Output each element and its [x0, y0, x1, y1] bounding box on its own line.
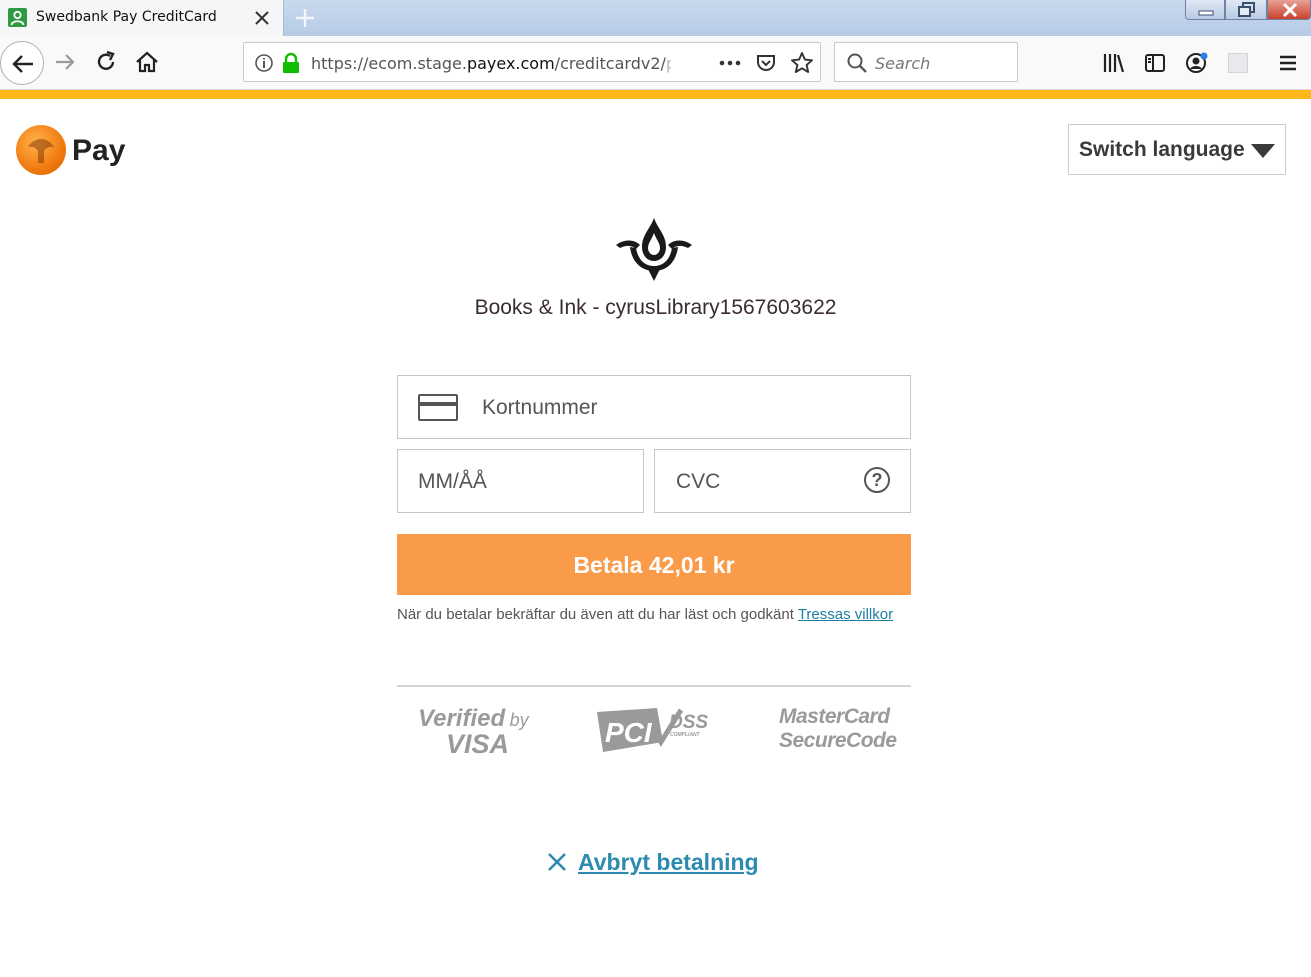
back-button[interactable]	[0, 41, 44, 85]
sidebar-icon[interactable]	[1143, 51, 1167, 75]
mc-badge-line2: SecureCode	[779, 729, 897, 752]
cvc-placeholder: CVC	[676, 470, 721, 493]
help-question-icon[interactable]: ?	[864, 467, 890, 493]
pci-badge-text: PCI	[605, 717, 653, 748]
chevron-down-icon	[1251, 144, 1275, 158]
visa-badge-bottom: VISA	[446, 729, 510, 759]
merchant-logo-icon	[616, 218, 692, 281]
visa-badge-by: by	[509, 710, 529, 730]
forward-arrow-icon[interactable]	[52, 49, 78, 75]
extension-icon[interactable]	[1228, 53, 1248, 73]
url-path: /creditcardv2/	[554, 54, 666, 73]
cancel-payment-link[interactable]: Avbryt betalning	[546, 846, 759, 878]
terms-link[interactable]: Tressas villkor	[798, 606, 893, 623]
pci-badge-dss: DSS	[669, 712, 708, 733]
account-icon[interactable]	[1184, 50, 1210, 76]
library-icon[interactable]	[1102, 52, 1126, 74]
search-bar[interactable]: Search	[834, 42, 1018, 82]
url-text: https://ecom.stage.payex.com/creditcardv…	[311, 54, 671, 73]
window-close-button[interactable]	[1267, 0, 1311, 20]
card-number-placeholder: Kortnummer	[482, 396, 598, 419]
window-restore-button[interactable]	[1225, 0, 1267, 20]
hamburger-menu-icon[interactable]	[1276, 51, 1300, 75]
cvc-input[interactable]: CVC ?	[654, 449, 911, 513]
pay-button[interactable]: Betala 42,01 kr	[397, 534, 911, 595]
card-number-input[interactable]: Kortnummer	[397, 375, 911, 439]
credit-card-icon	[418, 394, 458, 421]
swedbank-logo-icon	[16, 125, 66, 175]
browser-titlebar: Swedbank Pay CreditCard	[0, 0, 1311, 36]
reload-icon[interactable]	[93, 49, 119, 75]
expiry-placeholder: MM/ÅÅ	[418, 470, 487, 493]
tab-title: Swedbank Pay CreditCard	[36, 9, 217, 25]
search-icon	[847, 53, 867, 73]
address-bar[interactable]: https://ecom.stage.payex.com/creditcardv…	[243, 42, 821, 82]
tab-close-icon[interactable]	[252, 8, 272, 28]
mastercard-securecode-badge: MasterCard SecureCode	[779, 705, 897, 753]
merchant-name: Books & Ink - cyrusLibrary1567603622	[474, 296, 837, 319]
expiry-date-input[interactable]: MM/ÅÅ	[397, 449, 644, 513]
browser-tab-active[interactable]: Swedbank Pay CreditCard	[0, 0, 284, 36]
accent-strip	[0, 90, 1311, 99]
divider	[397, 685, 911, 687]
new-tab-icon[interactable]	[293, 6, 317, 30]
pci-badge-compliant: COMPLIANT	[670, 732, 701, 738]
cancel-payment-label: Avbryt betalning	[578, 848, 759, 875]
terms-text: När du betalar bekräftar du även att du …	[397, 606, 798, 623]
switch-language-label: Switch language	[1079, 138, 1245, 161]
back-arrow-icon	[12, 55, 33, 73]
home-icon[interactable]	[134, 49, 160, 75]
brand-name: Pay	[72, 134, 126, 167]
lock-icon[interactable]	[281, 52, 301, 74]
url-domain: payex.com	[466, 54, 555, 73]
search-placeholder: Search	[875, 54, 931, 73]
mc-badge-line1: MasterCard	[779, 705, 890, 728]
switch-language-button[interactable]: Switch language	[1068, 124, 1286, 175]
pci-dss-badge: PCI DSS COMPLIANT	[597, 708, 708, 752]
terms-notice: När du betalar bekräftar du även att du …	[397, 605, 911, 624]
close-icon	[548, 853, 566, 871]
url-overflow: pa	[665, 54, 671, 73]
visa-badge-top: Verified	[418, 705, 506, 732]
page-actions-icon[interactable]	[718, 53, 742, 73]
url-prefix: https://ecom.stage.	[311, 54, 467, 73]
tab-favicon-icon	[8, 8, 27, 27]
browser-navbar: https://ecom.stage.payex.com/creditcardv…	[0, 36, 1311, 90]
bookmark-star-icon[interactable]	[790, 51, 814, 75]
window-minimize-button[interactable]	[1185, 0, 1225, 20]
verified-by-visa-badge: Verified by VISA	[418, 705, 538, 760]
info-icon[interactable]	[254, 53, 274, 73]
pocket-icon[interactable]	[755, 52, 777, 74]
